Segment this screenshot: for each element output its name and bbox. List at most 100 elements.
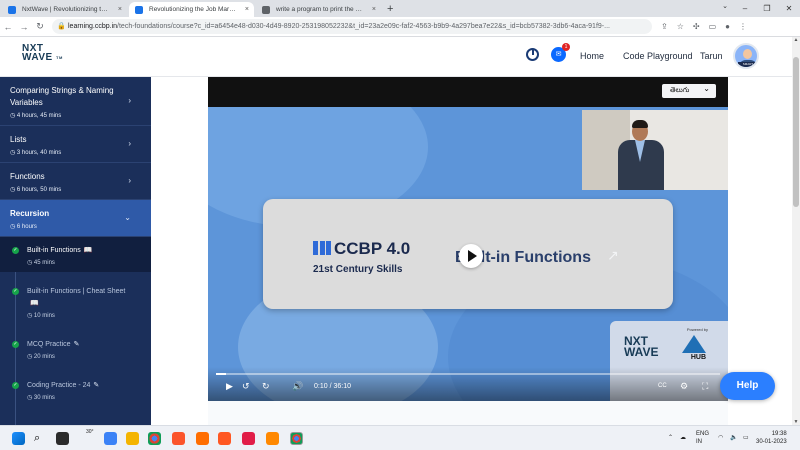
battery-icon[interactable]: ▭	[743, 434, 749, 441]
play-overlay-button[interactable]	[459, 244, 483, 268]
wifi-icon[interactable]: ◠	[718, 434, 723, 441]
chrome-active-icon[interactable]	[290, 432, 303, 445]
lesson-item-coding-practice[interactable]: ✓ Coding Practice - 24✎ 30 mins	[0, 372, 151, 407]
address-bar-row: ← → ↻ 🔒 learning.ccbp.in/tech-foundation…	[0, 17, 800, 37]
store-icon[interactable]	[104, 432, 117, 445]
forward-icon[interactable]: →	[16, 22, 32, 32]
time-separator: /	[329, 383, 332, 390]
language-select[interactable]: తెలుగు	[662, 82, 716, 98]
fullscreen-icon[interactable]: ⛶	[702, 381, 708, 392]
speaker-icon[interactable]: 🔈	[730, 434, 737, 441]
tab-label: write a program to print the kth	[276, 6, 364, 13]
file-explorer-icon[interactable]	[126, 432, 139, 445]
tab-label: NxtWave | Revolutionizing the Jo	[22, 6, 110, 13]
url-path: /tech-foundations/course?c_id=a6454e48-d…	[117, 23, 610, 30]
module-duration: 4 hours, 45 mins	[10, 112, 127, 119]
sidebar-module-recursion[interactable]: Recursion 6 hours ⌄	[0, 200, 151, 237]
nav-code-playground[interactable]: Code Playground	[623, 51, 693, 61]
scroll-up-icon[interactable]: ▲	[792, 37, 800, 43]
share-icon[interactable]: ⇪	[661, 22, 668, 31]
video-player[interactable]: తెలుగు CCBP 4.0 21st Century Skills Buil…	[208, 77, 728, 401]
sidebar-module-functions[interactable]: Functions 6 hours, 50 mins ›	[0, 163, 151, 200]
close-window-icon[interactable]: ✕	[778, 0, 800, 17]
completed-check-icon: ✓	[12, 247, 19, 254]
captions-icon[interactable]: CC	[658, 383, 667, 389]
powered-by: Powered by	[686, 327, 708, 332]
video-progress-fill	[216, 373, 227, 375]
app-icon[interactable]	[242, 432, 255, 445]
pencil-icon: ✎	[93, 382, 100, 389]
chat-icon[interactable]: ✉ 1	[551, 43, 570, 62]
avatar-face	[743, 49, 752, 59]
cloud-icon[interactable]: ☁	[680, 434, 686, 441]
weather-widget[interactable]: 30°	[86, 429, 94, 435]
close-tab-icon[interactable]: ×	[372, 2, 376, 17]
module-duration: 6 hours, 50 mins	[10, 186, 127, 193]
rewind-icon[interactable]: ↺	[242, 381, 250, 392]
pencil-icon: ✎	[73, 341, 80, 348]
reload-icon[interactable]: ↻	[32, 21, 48, 32]
video-progress-bar[interactable]	[216, 373, 720, 375]
nav-home[interactable]: Home	[580, 51, 604, 61]
help-button[interactable]: Help	[720, 372, 775, 400]
page-scrollbar[interactable]: ▲ ▼	[792, 37, 800, 425]
share-arrow-icon[interactable]: ↗	[607, 247, 619, 264]
sidebar-module-lists[interactable]: Lists 3 hours, 40 mins ›	[0, 126, 151, 163]
watermark-wave: WAVE	[624, 345, 659, 359]
chevron-right-icon: ›	[128, 139, 131, 148]
ccbp-subtitle: 21st Century Skills	[313, 264, 403, 275]
chrome-icon[interactable]	[148, 432, 161, 445]
browser-tab-1[interactable]: NxtWave | Revolutionizing the Jo ×	[2, 2, 127, 17]
module-duration: 3 hours, 40 mins	[10, 149, 127, 156]
bookmark-star-icon[interactable]: ☆	[677, 22, 684, 31]
ccbp-title: CCBP 4.0	[334, 239, 411, 258]
vlc-icon[interactable]	[266, 432, 279, 445]
scrollbar-thumb[interactable]	[793, 57, 799, 207]
clock-time: 19:38	[771, 431, 787, 437]
system-clock[interactable]: 19:38 30-01-2023	[756, 430, 787, 446]
forward-icon[interactable]: ↻	[262, 381, 270, 392]
windows-start-icon[interactable]	[12, 432, 25, 445]
play-icon[interactable]: ▶	[226, 381, 233, 392]
task-view-icon[interactable]	[56, 432, 69, 445]
close-tab-icon[interactable]: ×	[245, 2, 249, 17]
tab-label: Revolutionizing the Job Market |	[149, 6, 237, 13]
close-tab-icon[interactable]: ×	[118, 2, 122, 17]
browser-tab-2[interactable]: Revolutionizing the Job Market | ×	[129, 2, 254, 17]
timer-icon[interactable]	[526, 48, 539, 61]
site-header: NXT WAVE TM ✉ 1 Home Code Playground Taru…	[0, 37, 792, 77]
lesson-item-cheat-sheet[interactable]: ✓ Built-in Functions | Cheat Sheet 📖 10 m…	[0, 278, 151, 325]
nav-user-name[interactable]: Tarun	[700, 51, 723, 61]
nxtwave-logo[interactable]: NXT WAVE TM	[22, 44, 63, 63]
sidebar-module-comparing-strings[interactable]: Comparing Strings & Naming Variables 4 h…	[0, 77, 151, 126]
video-frame[interactable]: CCBP 4.0 21st Century Skills Built-in Fu…	[208, 107, 728, 401]
volume-icon[interactable]: 🔊	[292, 381, 303, 392]
app-icon[interactable]	[196, 432, 209, 445]
avatar[interactable]: SMART	[733, 43, 759, 69]
app-icon[interactable]	[218, 432, 231, 445]
module-duration: 6 hours	[10, 223, 127, 230]
slide-card: CCBP 4.0 21st Century Skills Built-in Fu…	[263, 199, 673, 309]
extensions-icon[interactable]: ✣	[693, 22, 700, 31]
tab-search-icon[interactable]: ⌄	[722, 2, 728, 10]
profile-icon[interactable]: ●	[725, 22, 730, 31]
search-icon[interactable]: ⌕	[34, 432, 47, 445]
lesson-item-mcq-practice[interactable]: ✓ MCQ Practice✎ 20 mins	[0, 331, 151, 366]
browser-tab-3[interactable]: write a program to print the kth ×	[256, 2, 381, 17]
url-input[interactable]: 🔒 learning.ccbp.in/tech-foundations/cour…	[52, 19, 652, 34]
lang-region: IN	[696, 439, 702, 445]
tray-chevron-icon[interactable]: ⌃	[668, 434, 673, 441]
minimize-icon[interactable]: –	[734, 0, 756, 17]
maximize-icon[interactable]: ❐	[756, 0, 778, 17]
lesson-title: Built-in Functions	[27, 247, 81, 254]
lesson-item-built-in-functions[interactable]: ✓ Built-in Functions📖 45 mins	[0, 237, 151, 272]
sidepanel-icon[interactable]: ▭	[709, 22, 717, 31]
back-icon[interactable]: ←	[0, 22, 16, 32]
menu-icon[interactable]: ⋮	[739, 22, 747, 31]
settings-icon[interactable]: ⚙	[680, 381, 688, 392]
new-tab-button[interactable]: +	[387, 2, 393, 17]
language-indicator[interactable]: ENG IN	[696, 430, 709, 446]
lock-icon: 🔒	[57, 23, 66, 30]
brave-icon[interactable]	[172, 432, 185, 445]
completed-check-icon: ✓	[12, 341, 19, 348]
